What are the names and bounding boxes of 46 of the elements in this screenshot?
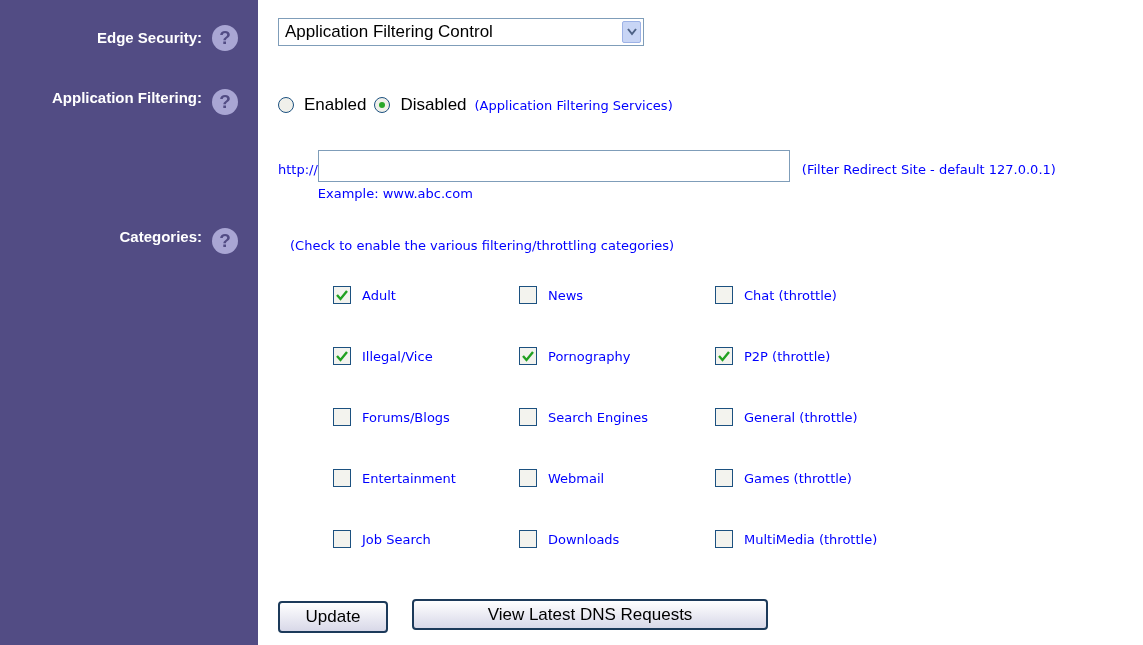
checkbox[interactable]: [715, 347, 733, 365]
checkbox[interactable]: [519, 286, 537, 304]
hint-text: (Filter Redirect Site - default 127.0.0.1): [801, 162, 1056, 177]
checkbox-option[interactable]: MultiMedia (throttle): [715, 529, 945, 549]
checkbox-option[interactable]: Forums/Blogs: [333, 407, 519, 427]
checkbox-option[interactable]: Entertainment: [333, 468, 519, 488]
link[interactable]: (Application Filtering Services): [474, 97, 673, 113]
instruction-text: (Check to enable the various filtering/throttling categories): [290, 238, 676, 253]
checkbox-option[interactable]: Illegal/Vice: [333, 346, 519, 366]
checkbox[interactable]: [333, 408, 351, 426]
checkbox-option[interactable]: Job Search: [333, 529, 519, 549]
checkbox-option[interactable]: Chat (throttle): [715, 285, 945, 305]
checkbox[interactable]: [333, 469, 351, 487]
field-label: Categories:: [119, 228, 202, 245]
checkbox-option[interactable]: Pornography: [519, 346, 715, 366]
checkbox[interactable]: [333, 530, 351, 548]
checkbox-option[interactable]: Games (throttle): [715, 468, 945, 488]
checkbox[interactable]: [519, 408, 537, 426]
field-prefix: http://: [278, 162, 318, 177]
checkbox[interactable]: [333, 347, 351, 365]
radio-button[interactable]: [374, 97, 391, 113]
url-field[interactable]: [317, 150, 790, 182]
checkbox[interactable]: [715, 469, 733, 487]
radio-option[interactable]: Disabled: [374, 95, 467, 115]
update-button[interactable]: Update: [278, 601, 388, 633]
checkbox[interactable]: [333, 286, 351, 304]
checkbox-option[interactable]: Search Engines: [519, 407, 715, 427]
checkbox-option[interactable]: P2P (throttle): [715, 346, 945, 366]
checkbox[interactable]: [715, 408, 733, 426]
example-text: Example: www.abc.com: [317, 186, 474, 201]
checkbox-option[interactable]: News: [519, 285, 715, 305]
checkbox[interactable]: [715, 286, 733, 304]
checkbox-option[interactable]: Downloads: [519, 529, 715, 549]
dns-requests-button[interactable]: View Latest DNS Requests: [412, 599, 768, 630]
checkbox[interactable]: [519, 469, 537, 487]
field-label: Edge Security:: [96, 29, 202, 46]
field-label: Application Filtering:: [52, 89, 202, 106]
radio-button[interactable]: [278, 97, 294, 113]
checkbox-option[interactable]: General (throttle): [715, 407, 945, 427]
checkbox[interactable]: [519, 347, 537, 365]
checkbox[interactable]: [715, 530, 733, 548]
dropdown[interactable]: Application Filtering Control: [278, 17, 644, 46]
checkbox[interactable]: [519, 530, 537, 548]
checkbox-option[interactable]: Adult: [333, 285, 519, 305]
checkbox-option[interactable]: Webmail: [519, 468, 715, 488]
radio-option[interactable]: Enabled: [278, 95, 367, 115]
